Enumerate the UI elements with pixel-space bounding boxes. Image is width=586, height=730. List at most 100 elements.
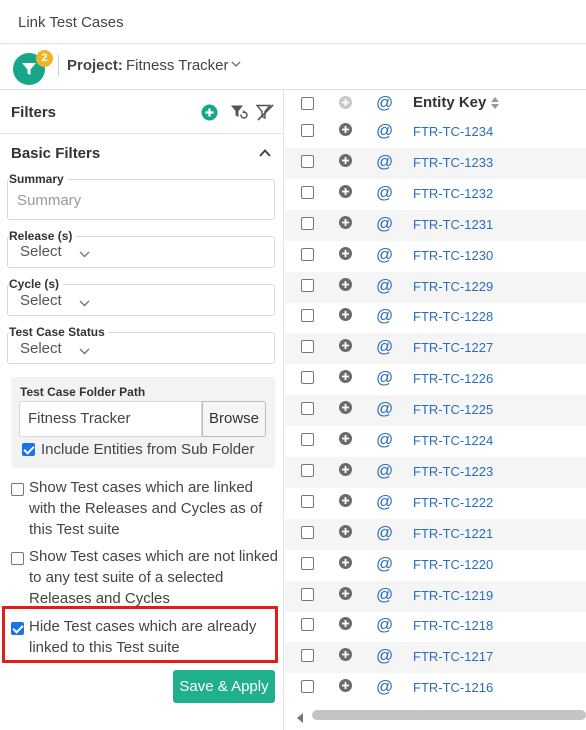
row-checkbox[interactable] [301, 494, 314, 508]
plus-icon[interactable] [339, 462, 352, 481]
row-checkbox[interactable] [301, 247, 314, 261]
table-row[interactable]: @ FTR-TC-1230 [285, 241, 586, 272]
at-icon[interactable]: @ [376, 245, 393, 265]
row-checkbox[interactable] [301, 309, 314, 323]
plus-icon[interactable] [339, 370, 352, 388]
clear-filter-icon[interactable] [255, 104, 274, 126]
entity-key-link[interactable]: FTR-TC-1226 [413, 371, 493, 386]
table-row[interactable]: @ FTR-TC-1221 [285, 518, 586, 550]
row-checkbox[interactable] [301, 185, 314, 199]
table-row[interactable]: @ FTR-TC-1225 [285, 395, 586, 427]
at-icon[interactable]: @ [376, 399, 393, 419]
include-sub-folder-checkbox[interactable] [22, 443, 35, 456]
row-checkbox[interactable] [301, 124, 314, 137]
at-icon[interactable]: @ [376, 523, 393, 543]
show-not-linked-checkbox[interactable] [11, 552, 24, 565]
row-checkbox[interactable] [301, 371, 314, 385]
at-icon[interactable]: @ [376, 337, 393, 357]
row-checkbox[interactable] [301, 556, 314, 570]
project-select[interactable]: Fitness Tracker [126, 57, 229, 74]
row-checkbox[interactable] [301, 402, 314, 416]
row-checkbox[interactable] [301, 618, 314, 632]
entity-key-link[interactable]: FTR-TC-1218 [413, 618, 493, 633]
entity-key-link[interactable]: FTR-TC-1231 [413, 217, 493, 232]
row-checkbox[interactable] [301, 340, 314, 354]
plus-icon[interactable] [339, 277, 352, 296]
at-icon[interactable]: @ [376, 276, 393, 296]
row-checkbox[interactable] [301, 216, 314, 230]
entity-key-link[interactable]: FTR-TC-1229 [413, 279, 493, 294]
table-row[interactable]: @ FTR-TC-1226 [285, 364, 586, 395]
reset-filter-icon[interactable] [230, 104, 248, 126]
at-icon[interactable]: @ [376, 121, 393, 141]
entity-key-link[interactable]: FTR-TC-1217 [413, 649, 493, 664]
table-row[interactable]: @ FTR-TC-1224 [285, 426, 586, 457]
horizontal-scrollbar[interactable] [285, 706, 586, 724]
entity-key-link[interactable]: FTR-TC-1228 [413, 309, 493, 324]
table-row[interactable]: @ FTR-TC-1234 [285, 117, 586, 148]
summary-input[interactable]: Summary [17, 192, 81, 209]
at-icon[interactable]: @ [376, 183, 393, 203]
scrollbar-thumb[interactable] [312, 710, 586, 720]
entity-key-link[interactable]: FTR-TC-1222 [413, 495, 493, 510]
browse-button[interactable]: Browse [202, 401, 266, 437]
plus-icon[interactable] [339, 184, 352, 203]
select-all-checkbox[interactable] [301, 97, 314, 110]
table-row[interactable]: @ FTR-TC-1216 [285, 673, 586, 704]
row-checkbox[interactable] [301, 278, 314, 292]
entity-key-link[interactable]: FTR-TC-1221 [413, 526, 493, 541]
at-icon[interactable]: @ [376, 615, 393, 635]
at-icon[interactable]: @ [376, 585, 393, 605]
at-icon[interactable]: @ [376, 430, 393, 450]
table-row[interactable]: @ FTR-TC-1229 [285, 271, 586, 303]
entity-key-link[interactable]: FTR-TC-1220 [413, 557, 493, 572]
plus-icon[interactable] [339, 215, 352, 234]
row-checkbox[interactable] [301, 463, 314, 477]
at-icon[interactable]: @ [376, 554, 393, 574]
row-checkbox[interactable] [301, 587, 314, 601]
at-icon[interactable]: @ [376, 152, 393, 172]
plus-icon[interactable] [339, 123, 352, 141]
table-row[interactable]: @ FTR-TC-1222 [285, 488, 586, 519]
table-row[interactable]: @ FTR-TC-1217 [285, 642, 586, 674]
table-row[interactable]: @ FTR-TC-1220 [285, 550, 586, 581]
entity-key-link[interactable]: FTR-TC-1225 [413, 402, 493, 417]
plus-icon[interactable] [339, 339, 352, 357]
table-row[interactable]: @ FTR-TC-1218 [285, 611, 586, 642]
plus-icon[interactable] [339, 617, 352, 635]
plus-icon[interactable] [339, 555, 352, 574]
save-apply-button[interactable]: Save & Apply [173, 670, 275, 703]
entity-key-link[interactable]: FTR-TC-1227 [413, 340, 493, 355]
plus-icon[interactable] [339, 432, 352, 450]
row-checkbox[interactable] [301, 649, 314, 663]
add-filter-icon[interactable] [201, 104, 218, 126]
entity-key-link[interactable]: FTR-TC-1230 [413, 248, 493, 263]
at-icon[interactable]: @ [376, 677, 393, 697]
table-row[interactable]: @ FTR-TC-1231 [285, 209, 586, 241]
plus-icon[interactable] [339, 586, 352, 605]
table-row[interactable]: @ FTR-TC-1232 [285, 179, 586, 210]
row-checkbox[interactable] [301, 154, 314, 168]
plus-icon[interactable] [339, 679, 352, 697]
table-row[interactable]: @ FTR-TC-1219 [285, 580, 586, 612]
filter-toggle-button[interactable]: 2 [13, 50, 53, 85]
chevron-up-icon[interactable] [258, 146, 272, 164]
show-linked-checkbox[interactable] [11, 483, 24, 496]
table-row[interactable]: @ FTR-TC-1228 [285, 302, 586, 333]
table-row[interactable]: @ FTR-TC-1227 [285, 333, 586, 365]
plus-icon[interactable] [339, 648, 352, 666]
plus-icon[interactable] [339, 246, 352, 265]
table-row[interactable]: @ FTR-TC-1233 [285, 147, 586, 179]
entity-key-link[interactable]: FTR-TC-1216 [413, 680, 493, 695]
folder-path-input[interactable]: Fitness Tracker [19, 401, 202, 437]
row-checkbox[interactable] [301, 525, 314, 539]
entity-key-link[interactable]: FTR-TC-1234 [413, 124, 493, 139]
sort-icon[interactable] [490, 96, 500, 115]
entity-key-link[interactable]: FTR-TC-1219 [413, 588, 493, 603]
entity-key-link[interactable]: FTR-TC-1223 [413, 464, 493, 479]
plus-icon[interactable] [339, 153, 352, 172]
at-icon[interactable]: @ [376, 214, 393, 234]
plus-icon[interactable] [339, 493, 352, 512]
at-icon[interactable]: @ [376, 461, 393, 481]
at-icon[interactable]: @ [376, 492, 393, 512]
